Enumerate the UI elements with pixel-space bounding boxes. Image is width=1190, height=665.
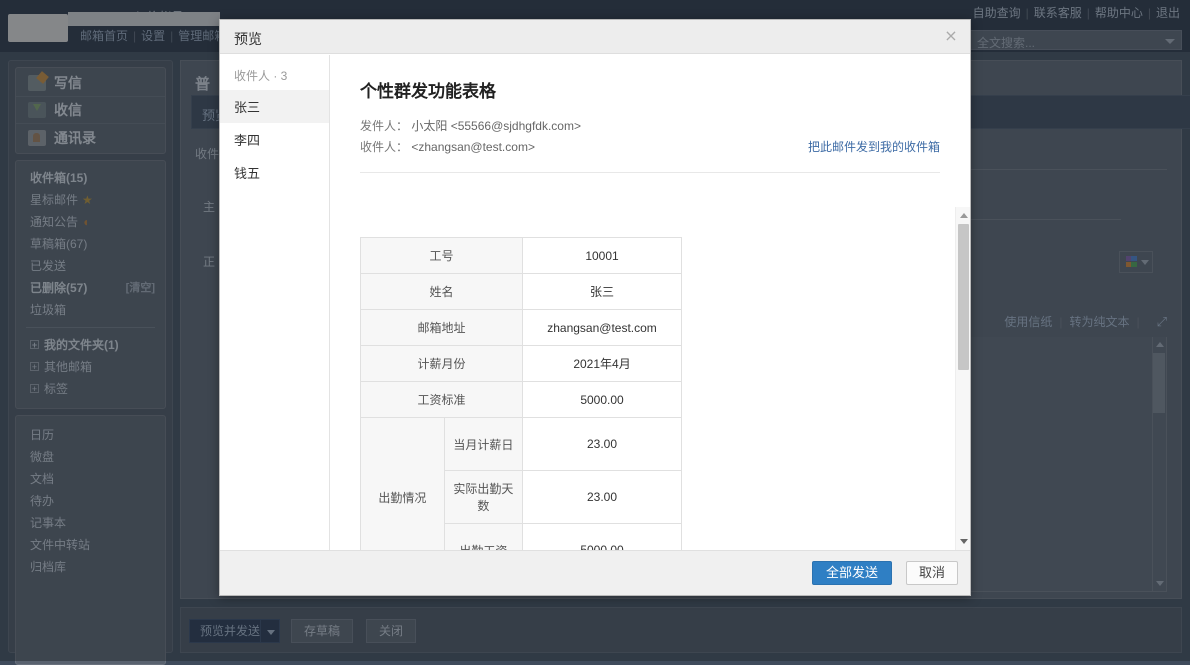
modal-header: 预览 × [220, 20, 970, 54]
from-value: 小太阳 <55566@sjdhgfdk.com> [411, 119, 581, 133]
salary-table: 工号 10001 姓名 张三 邮箱地址 zhangsan@test.com [360, 237, 682, 550]
table-row: 邮箱地址 zhangsan@test.com [361, 310, 682, 346]
modal-footer: 全部发送 取消 [220, 550, 970, 595]
cell-label: 邮箱地址 [361, 310, 523, 346]
divider [360, 172, 940, 173]
table-row: 工号 10001 [361, 238, 682, 274]
mail-meta: 发件人： 小太阳 <55566@sjdhgfdk.com> 收件人： <zhan… [360, 116, 940, 158]
list-item[interactable]: 李四 [220, 123, 329, 156]
cell-value: 23.00 [523, 418, 682, 471]
table-row: 姓名 张三 [361, 274, 682, 310]
recipient-list-header: 收件人 · 3 [220, 61, 329, 90]
mail-from-row: 发件人： 小太阳 <55566@sjdhgfdk.com> [360, 116, 940, 137]
mail-body-scroll-area[interactable]: 工号 10001 姓名 张三 邮箱地址 zhangsan@test.com [330, 207, 970, 550]
table-row: 出勤情况 当月计薪日 23.00 [361, 418, 682, 471]
list-item[interactable]: 钱五 [220, 156, 329, 189]
mail-preview-header: 个性群发功能表格 发件人： 小太阳 <55566@sjdhgfdk.com> 收… [330, 55, 970, 173]
mail-subject: 个性群发功能表格 [360, 77, 940, 102]
cell-group-label: 出勤情况 [361, 418, 445, 551]
cell-label: 姓名 [361, 274, 523, 310]
cell-value: 10001 [523, 238, 682, 274]
to-label: 收件人： [360, 140, 408, 154]
cell-label: 计薪月份 [361, 346, 523, 382]
send-all-button[interactable]: 全部发送 [812, 561, 892, 585]
to-value: <zhangsan@test.com> [411, 140, 535, 154]
cell-label: 当月计薪日 [444, 418, 522, 471]
cell-value: 23.00 [523, 471, 682, 524]
table-row: 工资标准 5000.00 [361, 382, 682, 418]
preview-scrollbar[interactable] [955, 207, 970, 550]
modal-title: 预览 [234, 29, 262, 49]
cell-label: 工号 [361, 238, 523, 274]
mail-body-content: 工号 10001 姓名 张三 邮箱地址 zhangsan@test.com [330, 207, 970, 550]
cell-value: 张三 [523, 274, 682, 310]
send-to-my-inbox-link[interactable]: 把此邮件发到我的收件箱 [808, 137, 940, 158]
from-label: 发件人： [360, 119, 408, 133]
scroll-up-icon[interactable] [960, 213, 968, 218]
recipient-list: 收件人 · 3 张三 李四 钱五 [220, 55, 330, 550]
preview-modal: 预览 × 收件人 · 3 张三 李四 钱五 个性群发功能表格 发件人： 小太阳 … [219, 19, 971, 596]
scroll-down-icon[interactable] [960, 539, 968, 544]
cancel-button[interactable]: 取消 [906, 561, 958, 585]
table-row: 计薪月份 2021年4月 [361, 346, 682, 382]
scrollbar-thumb[interactable] [958, 224, 969, 370]
cell-label: 工资标准 [361, 382, 523, 418]
cell-label: 实际出勤天数 [444, 471, 522, 524]
cell-value: 5000.00 [523, 524, 682, 551]
modal-body: 收件人 · 3 张三 李四 钱五 个性群发功能表格 发件人： 小太阳 <5556… [220, 55, 970, 550]
cell-label: 出勤工资 [444, 524, 522, 551]
close-icon[interactable]: × [942, 27, 960, 45]
mail-preview: 个性群发功能表格 发件人： 小太阳 <55566@sjdhgfdk.com> 收… [330, 55, 970, 550]
cell-value: zhangsan@test.com [523, 310, 682, 346]
cell-value: 2021年4月 [523, 346, 682, 382]
cell-value: 5000.00 [523, 382, 682, 418]
list-item[interactable]: 张三 [220, 90, 329, 123]
